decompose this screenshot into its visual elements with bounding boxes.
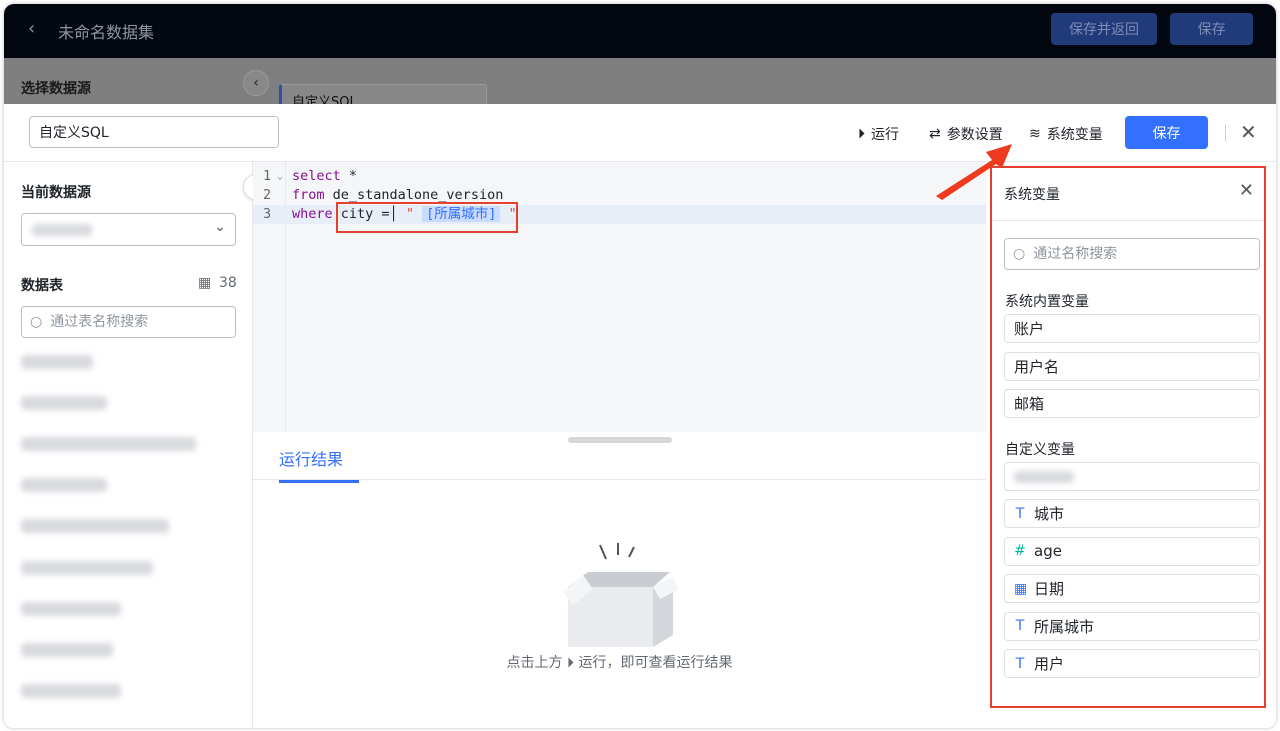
sql-name-input[interactable] <box>29 116 279 148</box>
builtin-variable[interactable]: 账户 <box>1004 314 1260 343</box>
custom-variable[interactable]: T 用户 <box>1004 649 1260 678</box>
custom-variable[interactable]: ▦ 日期 <box>1004 574 1260 603</box>
table-item[interactable] <box>21 602 121 616</box>
app-window: ‹ 未命名数据集 保存并返回 保存 选择数据源 ‹ 自定义SQL ⏵运行 ⇄参数… <box>4 4 1276 728</box>
table-item[interactable] <box>21 684 121 698</box>
sql-editor[interactable]: 1 ⌄ select * 2 from de_standalone_version 3… <box>253 162 986 443</box>
drawer-header: ⏵运行 ⇄参数设置 ≋系统变量 保存 ✕ <box>4 104 1276 162</box>
custom-label: 自定义变量 <box>1005 442 1075 458</box>
table-item[interactable] <box>21 478 107 492</box>
variable-label: age <box>1034 542 1062 560</box>
custom-variable[interactable]: # age <box>1004 536 1260 566</box>
top-save-button[interactable]: 保存 <box>1170 13 1253 45</box>
chevron-down-icon: ⌄ <box>214 219 226 235</box>
builtin-variable[interactable]: 邮箱 <box>1004 389 1260 418</box>
run-label: 运行 <box>871 127 899 143</box>
table-search[interactable]: ○ <box>21 306 236 338</box>
sysvars-label: 系统变量 <box>1046 127 1103 143</box>
table-item[interactable] <box>21 643 113 657</box>
text-type-icon: T <box>1015 618 1025 634</box>
divider <box>1225 125 1226 141</box>
overlay-background: 选择数据源 ‹ 自定义SQL <box>4 58 1276 110</box>
select-source-label: 选择数据源 <box>21 81 91 97</box>
dataset-title: 未命名数据集 <box>58 23 155 42</box>
tab-run-results[interactable]: 运行结果 <box>279 446 359 483</box>
table-item[interactable] <box>21 437 196 451</box>
table-item[interactable] <box>21 519 169 533</box>
search-icon: ○ <box>30 314 43 330</box>
save-button[interactable]: 保存 <box>1125 116 1208 149</box>
system-variables-button[interactable]: ≋ 系统变量 <box>1029 124 1103 144</box>
custom-variable[interactable]: T 城市 <box>1004 499 1260 528</box>
text-type-icon: T <box>1015 505 1025 522</box>
table-count: 38 <box>219 275 237 291</box>
custom-variable[interactable]: T 所属城市 <box>1004 611 1260 641</box>
code-line: 1 ⌄ select * <box>263 168 358 184</box>
text-type-icon: T <box>1015 655 1025 672</box>
number-type-icon: # <box>1014 543 1026 559</box>
search-icon: ○ <box>1013 246 1026 262</box>
current-source-label: 当前数据源 <box>21 185 91 201</box>
variable-label: 日期 <box>1034 580 1065 598</box>
run-button[interactable]: ⏵ 运行 <box>858 124 899 144</box>
top-bar: ‹ 未命名数据集 保存并返回 保存 <box>4 4 1276 58</box>
system-variables-panel: 系统变量 ✕ ○ 系统内置变量 账户 用户名 邮箱 自定义变量 T 城市 # age ▦… <box>990 166 1266 708</box>
play-icon: ⏵ <box>858 126 865 142</box>
variable-label: 城市 <box>1034 505 1065 523</box>
tables-label: 数据表 <box>21 278 63 294</box>
back-icon[interactable]: ‹ <box>28 18 35 39</box>
table-icon: ▦ <box>198 275 212 291</box>
empty-hint: 点击上方 ⏵ 运行，即可查看运行结果 <box>506 655 733 671</box>
empty-box-icon <box>563 543 678 647</box>
collapse-icon: ‹ <box>243 70 269 96</box>
sql-drawer: ⏵运行 ⇄参数设置 ≋系统变量 保存 ✕ 当前数据源 ⌄ 数据表 ▦ 38 ○ … <box>4 104 1276 728</box>
date-type-icon: ▦ <box>1014 580 1028 597</box>
play-icon: ⏵ <box>567 655 574 671</box>
variable-label: 所属城市 <box>1034 617 1095 636</box>
results-area: 运行结果 点击上方 ⏵ 运行，即可查看运行结果 <box>253 432 986 728</box>
variable-search[interactable]: ○ <box>1004 238 1260 270</box>
filter-icon: ≋ <box>1029 126 1041 142</box>
panel-title: 系统变量 <box>1004 187 1060 203</box>
table-item[interactable] <box>21 561 153 575</box>
panel-close-icon[interactable]: ✕ <box>1239 180 1254 201</box>
custom-variable[interactable] <box>1004 462 1260 491</box>
builtin-label: 系统内置变量 <box>1005 294 1089 310</box>
left-panel: 当前数据源 ⌄ 数据表 ▦ 38 ○ <box>4 162 253 728</box>
close-icon[interactable]: ✕ <box>1240 120 1257 144</box>
table-item[interactable] <box>21 355 93 369</box>
highlight-box <box>336 202 518 233</box>
table-search-input[interactable] <box>50 314 201 330</box>
variable-label: 用户 <box>1034 655 1065 673</box>
builtin-variable[interactable]: 用户名 <box>1004 352 1260 381</box>
table-item[interactable] <box>21 396 107 410</box>
save-and-return-button[interactable]: 保存并返回 <box>1051 13 1157 45</box>
datasource-select[interactable]: ⌄ <box>21 213 236 246</box>
variable-search-input[interactable] <box>1033 246 1184 262</box>
